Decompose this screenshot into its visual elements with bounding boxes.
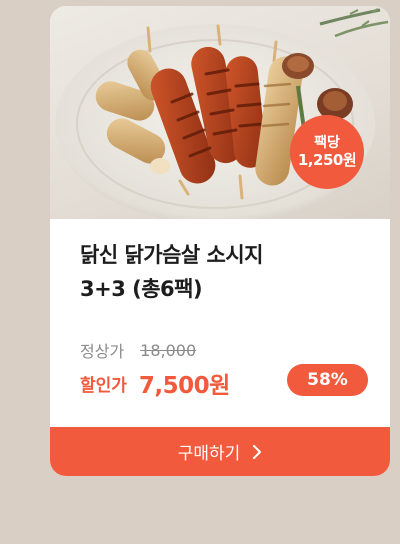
per-pack-price-badge: 팩당 1,250원 (290, 115, 364, 189)
original-price-row: 정상가 18,000 (80, 338, 196, 362)
chevron-right-icon (252, 444, 262, 459)
product-card[interactable]: 팩당 1,250원 닭신 닭가슴살 소시지 3+3 (총6팩) 정상가 18,0… (50, 6, 390, 476)
sale-price-row: 할인가 7,500원 (80, 366, 230, 400)
original-price-label: 정상가 (80, 342, 125, 361)
product-image[interactable]: 팩당 1,250원 (50, 6, 390, 219)
sale-price: 7,500원 (138, 373, 230, 399)
badge-label: 팩당 (314, 134, 340, 151)
product-title-line1: 닭신 닭가슴살 소시지 (80, 243, 264, 267)
buy-button[interactable]: 구매하기 (50, 427, 390, 476)
original-price: 18,000 (140, 340, 197, 360)
product-title-line2: 3+3 (총6팩) (80, 277, 203, 301)
discount-badge: 58% (287, 364, 368, 396)
sale-price-label: 할인가 (80, 375, 127, 396)
sausage-plate-image (55, 8, 389, 219)
buy-button-label: 구매하기 (177, 444, 241, 464)
product-title[interactable]: 닭신 닭가슴살 소시지 3+3 (총6팩) (80, 238, 370, 306)
badge-price: 1,250원 (297, 151, 357, 170)
